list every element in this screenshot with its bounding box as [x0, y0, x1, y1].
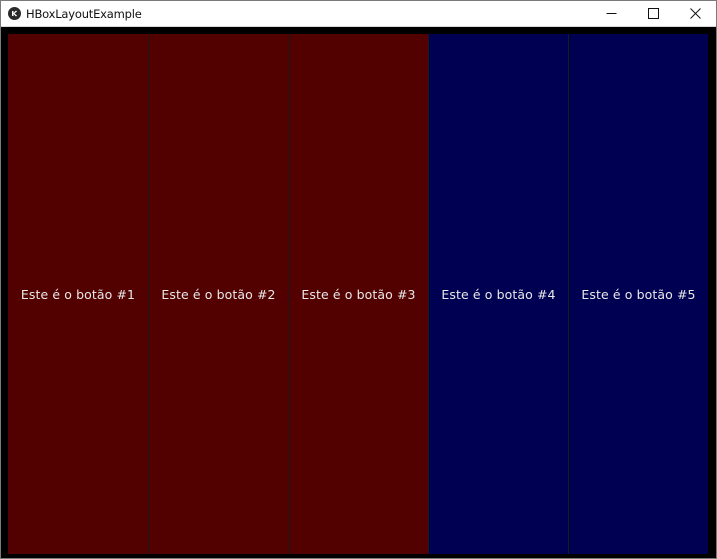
button-3-label: Este é o botão #3 [301, 286, 416, 302]
button-4-label: Este é o botão #4 [441, 286, 556, 302]
close-button[interactable] [674, 1, 716, 26]
hbox-layout: Este é o botão #1 Este é o botão #2 Este… [8, 34, 708, 554]
kivy-logo-icon [8, 7, 21, 20]
maximize-icon [647, 8, 659, 19]
close-icon [689, 8, 701, 19]
button-1[interactable]: Este é o botão #1 [8, 34, 148, 554]
button-5[interactable]: Este é o botão #5 [568, 34, 708, 554]
window-title: HBoxLayoutExample [26, 6, 142, 21]
minimize-button[interactable] [590, 1, 632, 26]
button-2-label: Este é o botão #2 [161, 286, 276, 302]
app-window: HBoxLayoutExample Este é o botão #1 Este… [0, 0, 717, 559]
title-bar[interactable]: HBoxLayoutExample [1, 1, 716, 27]
button-1-label: Este é o botão #1 [20, 286, 136, 302]
window-controls [590, 1, 716, 26]
maximize-button[interactable] [632, 1, 674, 26]
button-5-label: Este é o botão #5 [581, 286, 696, 302]
minimize-icon [606, 13, 616, 14]
button-4[interactable]: Este é o botão #4 [428, 34, 568, 554]
button-2[interactable]: Este é o botão #2 [148, 34, 288, 554]
button-3[interactable]: Este é o botão #3 [288, 34, 428, 554]
